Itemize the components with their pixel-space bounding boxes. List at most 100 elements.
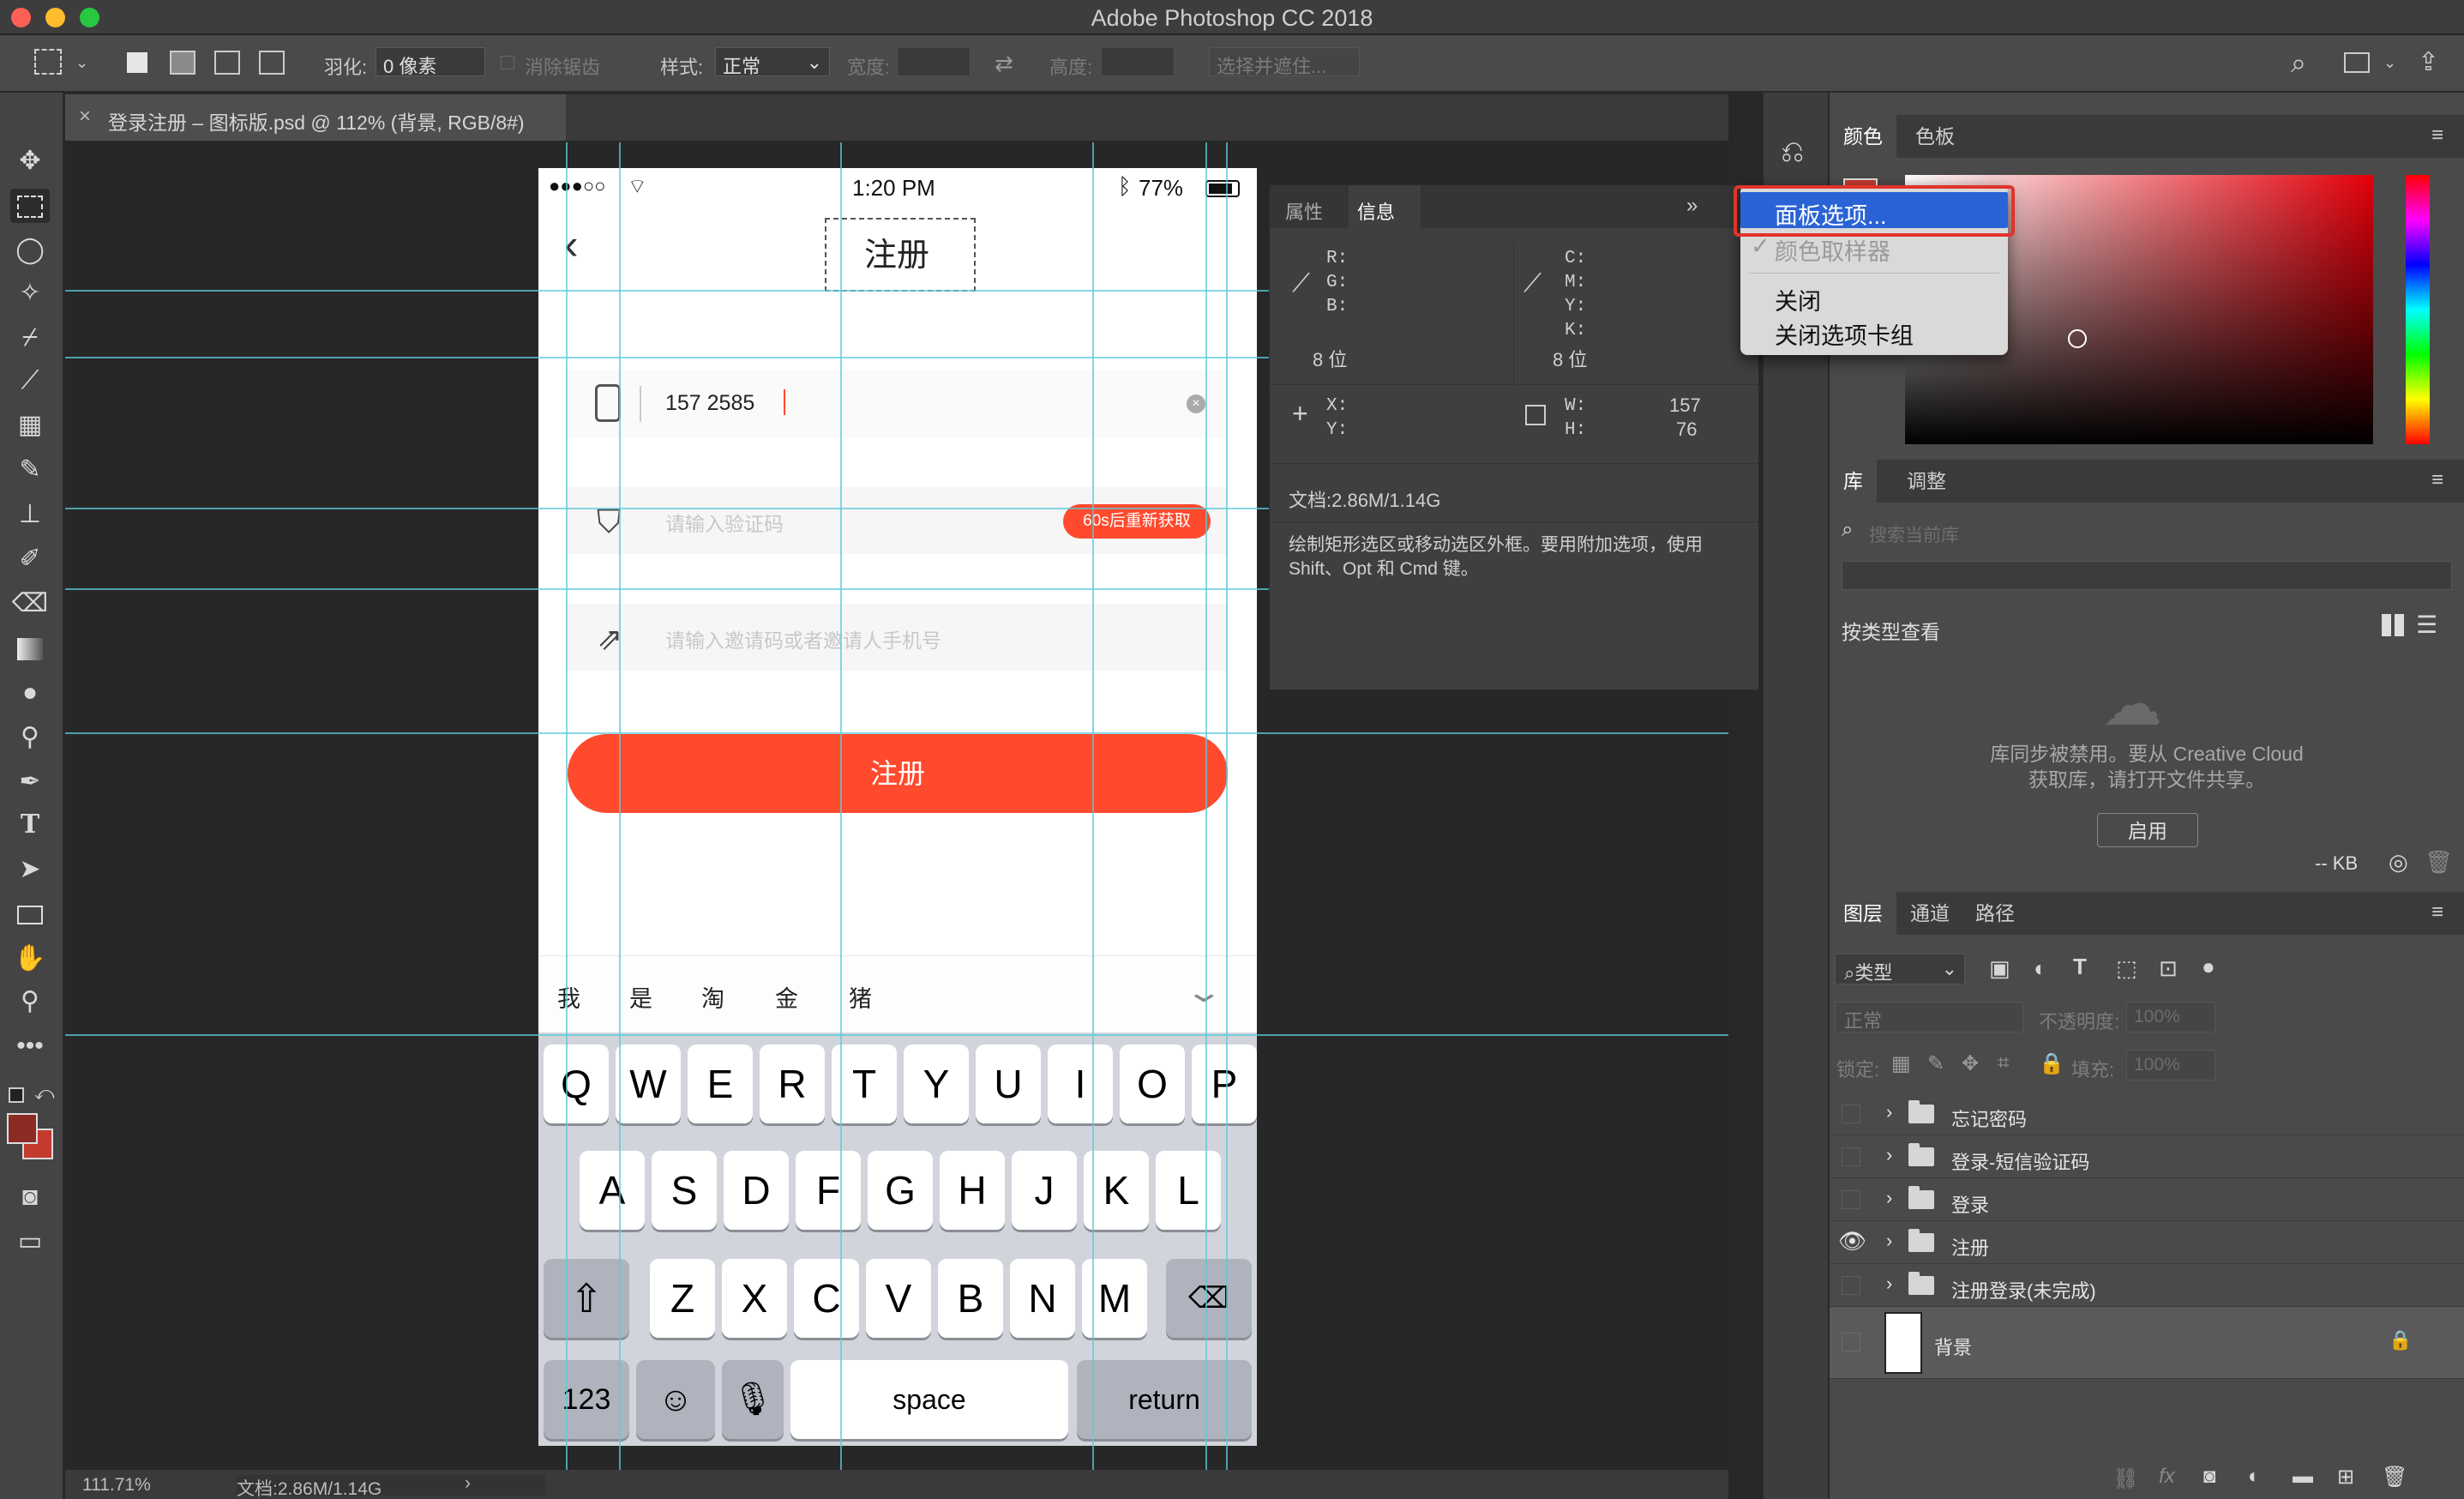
tab-color[interactable]: 颜色	[1830, 115, 1896, 158]
add-selection-icon[interactable]	[170, 51, 195, 75]
rectangle-tool-icon[interactable]	[10, 897, 50, 931]
guide-horizontal[interactable]	[65, 732, 1728, 734]
stamp-tool-icon[interactable]: ⊥	[10, 497, 50, 532]
register-button[interactable]: 注册	[568, 734, 1228, 813]
emoji-key[interactable]: ☺	[636, 1360, 715, 1439]
panel-menu-icon[interactable]: ≡	[2431, 900, 2443, 924]
more-tools-icon[interactable]: •••	[10, 1029, 50, 1063]
filter-toggle-icon[interactable]: ●	[2202, 954, 2215, 980]
eraser-tool-icon[interactable]: ⌫	[10, 587, 50, 621]
guide-vertical[interactable]	[1226, 142, 1228, 1470]
code-input-row[interactable]: ⛉ 请输入验证码 60s后重新获取	[568, 487, 1228, 554]
tab-libraries[interactable]: 库	[1830, 460, 1877, 503]
key-i[interactable]: I	[1048, 1044, 1113, 1123]
key-u[interactable]: U	[976, 1044, 1041, 1123]
foreground-color-swatch[interactable]	[7, 1113, 38, 1144]
key-n[interactable]: N	[1010, 1259, 1075, 1338]
clear-input-icon[interactable]: ×	[1187, 394, 1205, 413]
opacity-input[interactable]: 100%	[2126, 1002, 2215, 1032]
visibility-toggle[interactable]	[1842, 1147, 1860, 1166]
key-e[interactable]: E	[688, 1044, 753, 1123]
key-f[interactable]: F	[796, 1151, 861, 1230]
key-z[interactable]: Z	[650, 1259, 715, 1338]
panel-menu-icon[interactable]: ≡	[2431, 468, 2443, 492]
adjustment-layer-icon[interactable]: ◐	[2248, 1465, 2261, 1489]
zoom-tool-icon[interactable]: ⚲	[10, 984, 50, 1019]
view-by-type-dropdown[interactable]: 按类型查看	[1842, 616, 1940, 645]
guide-vertical[interactable]	[840, 142, 842, 1470]
path-selection-tool-icon[interactable]: ➤	[10, 852, 50, 887]
crop-tool-icon[interactable]: ⌿	[10, 321, 50, 355]
lock-pixels-icon[interactable]: ✎	[1927, 1051, 1944, 1076]
adjustment-filter-icon[interactable]: ◐	[2034, 955, 2047, 982]
smart-object-filter-icon[interactable]: ⊡	[2159, 955, 2178, 982]
layer-row[interactable]: › 忘记密码	[1830, 1093, 2464, 1135]
space-key[interactable]: space	[790, 1360, 1068, 1439]
chevron-right-icon[interactable]: ›	[1886, 1187, 1892, 1209]
lock-position-icon[interactable]: ✥	[1962, 1051, 1979, 1076]
menu-item-close[interactable]: 关闭	[1775, 283, 1821, 316]
dodge-tool-icon[interactable]: ⚲	[10, 720, 50, 755]
hue-slider[interactable]	[2406, 175, 2430, 444]
candidate[interactable]: 淘	[701, 980, 724, 1014]
new-group-icon[interactable]: ▬	[2293, 1465, 2313, 1489]
layer-row-background[interactable]: 背景 🔒	[1830, 1307, 2464, 1379]
blur-tool-icon[interactable]: ●	[10, 676, 50, 710]
key-j[interactable]: J	[1012, 1151, 1077, 1230]
candidate[interactable]: 猪	[849, 980, 872, 1014]
layer-row[interactable]: 👁 › 注册	[1830, 1221, 2464, 1264]
share-icon[interactable]: ⇪	[2418, 47, 2439, 77]
tab-adjustments[interactable]: 调整	[1893, 460, 1960, 503]
guide-vertical[interactable]	[619, 142, 621, 1470]
resend-code-button[interactable]: 60s后重新获取	[1063, 504, 1211, 539]
panel-menu-icon[interactable]: ≡	[2431, 123, 2443, 147]
key-x[interactable]: X	[722, 1259, 787, 1338]
key-o[interactable]: O	[1120, 1044, 1185, 1123]
brush-tool-icon[interactable]: ✎	[10, 453, 50, 487]
invite-input-row[interactable]: ⇗ 请输入邀请码或者邀请人手机号	[568, 604, 1228, 671]
type-filter-icon[interactable]: T	[2073, 954, 2087, 980]
pen-tool-icon[interactable]: ✒	[10, 765, 50, 799]
chevron-right-icon[interactable]: ›	[1886, 1273, 1892, 1295]
add-mask-icon[interactable]: ◙	[2203, 1465, 2216, 1489]
feather-input[interactable]: 0 像素	[376, 47, 485, 77]
trash-icon[interactable]: 🗑	[2382, 1465, 2407, 1490]
cloud-sync-icon[interactable]: ◎	[2389, 849, 2408, 876]
antialias-checkbox[interactable]	[501, 56, 514, 69]
tab-paths[interactable]: 路径	[1962, 892, 2028, 935]
history-icon[interactable]: ⎌	[1781, 135, 1804, 169]
chevron-down-icon[interactable]: ⌄	[2383, 54, 2396, 72]
chevron-down-icon[interactable]: ⌄	[1184, 975, 1223, 1009]
lock-transparent-icon[interactable]: ▦	[1891, 1051, 1911, 1076]
select-and-mask-button[interactable]: 选择并遮住...	[1209, 47, 1360, 77]
key-l[interactable]: L	[1156, 1151, 1221, 1230]
shift-key[interactable]: ⇧	[544, 1259, 629, 1338]
enable-library-button[interactable]: 启用	[2097, 813, 2198, 847]
chevron-right-icon[interactable]: ›	[465, 1473, 471, 1494]
new-selection-icon[interactable]	[127, 52, 147, 73]
list-view-icon[interactable]: ☰	[2416, 611, 2437, 639]
layer-filter-select[interactable]: ⌕类型 ⌄	[1835, 954, 1965, 984]
fx-icon[interactable]: fx	[2159, 1465, 2175, 1489]
style-select[interactable]: 正常 ⌄	[715, 47, 830, 77]
layer-row[interactable]: › 注册登录(未完成)	[1830, 1264, 2464, 1307]
hand-tool-icon[interactable]: ✋	[10, 942, 50, 976]
move-tool-icon[interactable]: ✥	[10, 144, 50, 178]
trash-icon[interactable]: 🗑	[2425, 849, 2453, 876]
key-v[interactable]: V	[866, 1259, 931, 1338]
screen-mode-icon[interactable]: ▭	[10, 1225, 50, 1259]
fill-input[interactable]: 100%	[2126, 1050, 2215, 1081]
layer-row[interactable]: › 登录-短信验证码	[1830, 1135, 2464, 1178]
layer-row[interactable]: › 登录	[1830, 1178, 2464, 1221]
color-picker-handle[interactable]	[2068, 329, 2087, 348]
key-c[interactable]: C	[794, 1259, 859, 1338]
library-select[interactable]	[1842, 561, 2452, 590]
guide-vertical[interactable]	[566, 142, 568, 1470]
key-y[interactable]: Y	[904, 1044, 969, 1123]
visibility-toggle[interactable]	[1842, 1333, 1860, 1352]
chevron-right-icon[interactable]: ›	[1886, 1230, 1892, 1252]
key-w[interactable]: W	[616, 1044, 681, 1123]
candidate[interactable]: 金	[775, 980, 798, 1014]
key-q[interactable]: Q	[544, 1044, 609, 1123]
key-b[interactable]: B	[938, 1259, 1003, 1338]
